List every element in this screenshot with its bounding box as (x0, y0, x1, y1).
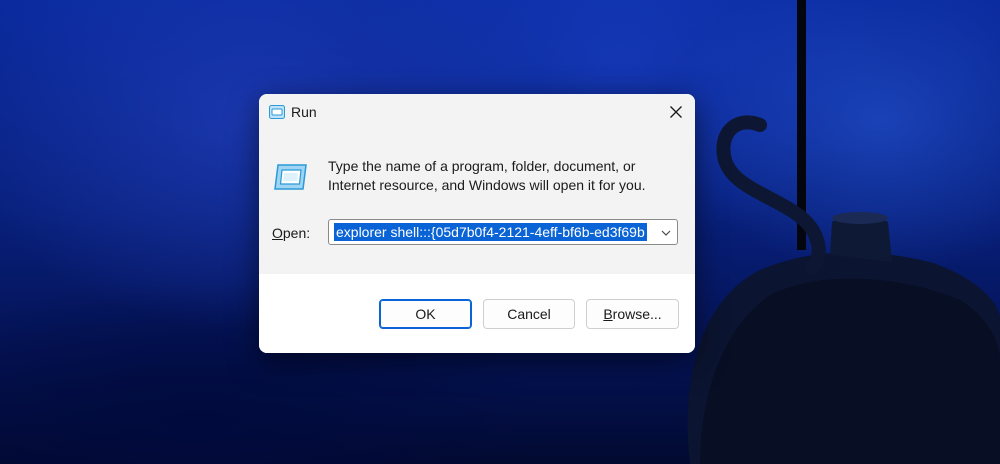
window-title: Run (291, 104, 317, 120)
dialog-body: Type the name of a program, folder, docu… (259, 130, 695, 274)
close-button[interactable] (657, 94, 695, 130)
dialog-description: Type the name of a program, folder, docu… (328, 157, 678, 195)
run-icon (274, 164, 307, 190)
open-label-accelerator: O (272, 225, 283, 241)
browse-accelerator: B (603, 306, 613, 322)
description-line: Type the name of a program, folder, docu… (328, 158, 636, 174)
open-input-value[interactable]: explorer shell:::{05d7b0f4-2121-4eff-bf6… (334, 223, 647, 241)
dialog-footer: OK Cancel Browse... (259, 274, 695, 353)
chevron-down-icon[interactable] (659, 226, 673, 240)
ok-button[interactable]: OK (379, 299, 472, 329)
browse-label: rowse... (612, 306, 662, 322)
open-combobox[interactable]: explorer shell:::{05d7b0f4-2121-4eff-bf6… (328, 219, 678, 245)
open-label: Open: (272, 224, 310, 242)
run-dialog: Run Type the name of a program, folder, … (259, 94, 695, 353)
open-label-text: pen: (282, 225, 311, 241)
title-bar: Run (259, 94, 695, 130)
description-line: Internet resource, and Windows will open… (328, 177, 646, 193)
close-icon (670, 106, 682, 118)
run-icon (269, 105, 285, 119)
cancel-button[interactable]: Cancel (483, 299, 575, 329)
browse-button[interactable]: Browse... (586, 299, 679, 329)
